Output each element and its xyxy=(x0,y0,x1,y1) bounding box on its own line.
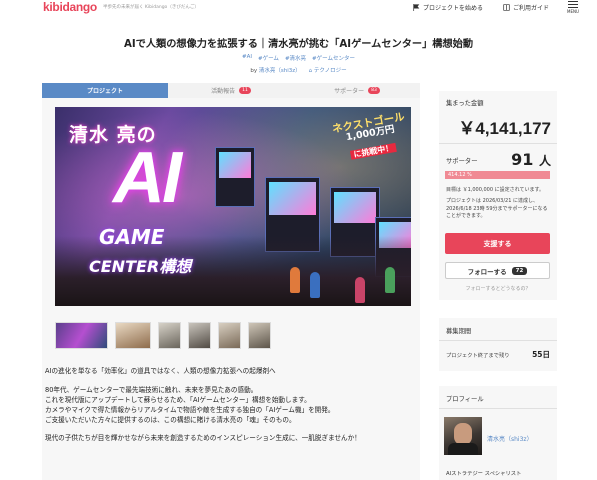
description-paragraph: AIの進化を単なる「効率化」の道具ではなく、人類の想像力拡張への起爆剤へ xyxy=(45,367,276,375)
tag-link[interactable]: #清水亮 xyxy=(285,54,306,62)
description-line: これを現代版にアップデートして蘇らせるため、「AIゲームセンター」構想を始動しま… xyxy=(45,395,311,404)
thumbnail[interactable] xyxy=(55,322,108,349)
tab-supporters[interactable]: サポーター 83 xyxy=(294,83,420,98)
thumbnail[interactable] xyxy=(115,322,151,349)
period-card: 募集期間 プロジェクト終了まで残り 55日 xyxy=(439,318,557,371)
tab-label: サポーター xyxy=(334,88,365,95)
hero-kousou: 構想 xyxy=(159,257,192,276)
description-paragraph: 80年代、ゲームセンターで最先端技術に触れ、未来を夢見たあの感動。 これを現代版… xyxy=(45,386,417,426)
book-icon xyxy=(503,4,510,11)
site-tagline: 半歩先の未来が届く Kibidango（きびだんご） xyxy=(103,5,199,10)
tab-label: 活動報告 xyxy=(211,88,236,95)
tab-project[interactable]: プロジェクト xyxy=(42,83,168,98)
start-project-label: プロジェクトを始める xyxy=(423,5,484,12)
start-project-link[interactable]: プロジェクトを始める xyxy=(413,3,483,12)
supporters-unit: 人 xyxy=(538,154,551,168)
thumbnail[interactable] xyxy=(218,322,241,349)
description-line: 80年代、ゲームセンターで最先端技術に触れ、未来を夢見たあの感動。 xyxy=(45,385,258,394)
profile-card: プロフィール 清水亮（shi3z） AIストラテジー スペシャリスト xyxy=(439,386,557,480)
project-byline: by 清水亮（shi3z） ⌂ テクノロジー xyxy=(0,66,597,74)
funding-card: 集まった金額 ￥4,141,177 サポーター 91 人 414.12 % 目標… xyxy=(439,91,557,300)
progress-bar: 414.12 % xyxy=(445,171,550,179)
player xyxy=(290,267,300,293)
project-tabs: プロジェクト 活動報告 11 サポーター 83 xyxy=(42,83,420,98)
supporters-label: サポーター xyxy=(446,158,478,165)
profile-name-link[interactable]: 清水亮（shi3z） xyxy=(487,434,533,443)
supporters-value: 91 xyxy=(511,150,534,169)
avatar[interactable] xyxy=(444,417,482,455)
hero-image: 清水 亮の AI GAME CENTER構想 ネクストゴール 1,000万円 に… xyxy=(55,107,411,306)
description-paragraph: 現代の子供たちが目を輝かせながら未来を創造するためのインスピレーション生成に、一… xyxy=(45,434,361,443)
collected-amount: ￥4,141,177 xyxy=(458,119,551,138)
category-link[interactable]: ⌂ テクノロジー xyxy=(309,66,347,74)
goal-note: 目標は ￥1,000,000 に設定されています。 xyxy=(446,187,544,193)
count-badge: 83 xyxy=(368,87,380,94)
site-header: kibidango 半歩先の未来が届く Kibidango（きびだんご） プロジ… xyxy=(0,0,597,18)
supporters-count: 91 人 xyxy=(511,150,551,169)
hero-center: CENTER構想 xyxy=(89,253,191,277)
remaining-days: 55日 xyxy=(532,350,550,359)
collected-label: 集まった金額 xyxy=(446,100,484,107)
site-logo[interactable]: kibidango xyxy=(43,0,97,14)
guide-link[interactable]: ご利用ガイド xyxy=(503,3,549,12)
menu-icon xyxy=(568,1,578,8)
tab-activity[interactable]: 活動報告 11 xyxy=(168,83,294,98)
thumbnail[interactable] xyxy=(188,322,211,349)
profile-role: AIストラテジー スペシャリスト xyxy=(446,471,522,477)
tab-label: プロジェクト xyxy=(86,88,123,95)
follow-count: 72 xyxy=(511,266,528,275)
follow-label: フォローする xyxy=(467,267,507,276)
follow-button[interactable]: フォローする 72 xyxy=(445,262,550,279)
player xyxy=(385,267,395,293)
period-label: 募集期間 xyxy=(446,328,472,335)
count-badge: 11 xyxy=(239,87,251,94)
description-line: ご支援いただいた方々に提供するのは、この構想に賭ける清水亮の「魂」そのもの。 xyxy=(45,415,296,424)
guide-label: ご利用ガイド xyxy=(513,5,550,12)
project-tags: #AI #ゲーム #清水亮 #ゲームセンター xyxy=(0,54,597,62)
follow-help-link[interactable]: フォローするとどうなるの？ xyxy=(439,285,557,292)
deadline-note: プロジェクトは 2026/03/21 に達成し、2026/6/18 23時 59… xyxy=(446,198,548,219)
tag-icon: ⌂ xyxy=(308,68,313,74)
hero-game: GAME xyxy=(99,225,165,249)
hero-center-word: CENTER xyxy=(89,257,160,276)
remaining-label: プロジェクト終了まで残り xyxy=(446,353,510,359)
category-label: テクノロジー xyxy=(313,68,347,74)
author-link[interactable]: 清水亮（shi3z） xyxy=(259,68,301,74)
thumbnail[interactable] xyxy=(248,322,271,349)
tag-link[interactable]: #ゲーム xyxy=(258,54,279,62)
tag-link[interactable]: #AI xyxy=(242,54,252,62)
player xyxy=(355,277,365,303)
thumbnail-strip xyxy=(55,322,271,349)
progress-percent: 414.12 % xyxy=(448,172,472,178)
menu-label: MENU xyxy=(567,9,579,14)
support-button[interactable]: 支援する xyxy=(445,233,550,254)
hero-ai: AI xyxy=(113,138,182,218)
project-description: AIの進化を単なる「効率化」の道具ではなく、人類の想像力拡張への起爆剤へ 80年… xyxy=(45,367,417,453)
menu-button[interactable]: MENU xyxy=(566,1,580,14)
profile-label: プロフィール xyxy=(446,396,484,403)
flag-icon xyxy=(413,4,420,11)
tag-link[interactable]: #ゲームセンター xyxy=(312,54,355,62)
description-line: カメラやマイクで得た情報からリアルタイムで物語や敵を生成する独自の「AIゲーム機… xyxy=(45,405,335,414)
by-prefix: by xyxy=(250,68,258,74)
project-title: AIで人類の想像力を拡張する｜清水亮が挑む「AIゲームセンター」構想始動 xyxy=(123,39,474,50)
thumbnail[interactable] xyxy=(158,322,181,349)
arcade-cabinet xyxy=(215,147,255,207)
player xyxy=(310,272,320,298)
